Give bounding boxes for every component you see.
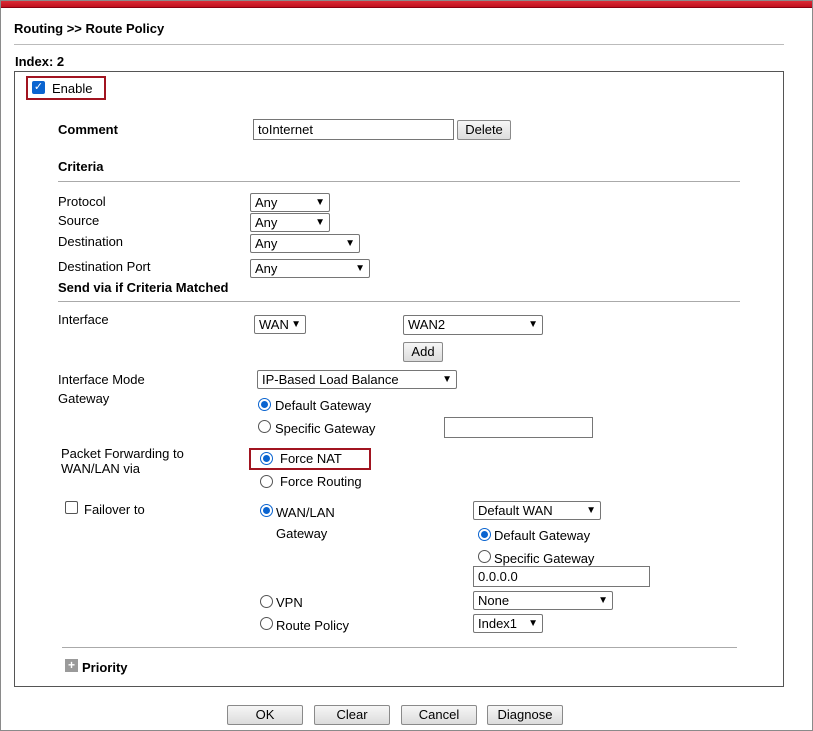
chevron-down-icon: ▼ — [345, 238, 355, 249]
packet-forwarding-label-line1: Packet Forwarding to — [61, 446, 184, 461]
chevron-down-icon: ▼ — [315, 197, 325, 208]
chevron-down-icon: ▼ — [315, 217, 325, 228]
failover-route-policy-label: Route Policy — [276, 618, 349, 633]
enable-checkbox[interactable]: ✓ — [32, 81, 45, 94]
source-select[interactable]: Any ▼ — [250, 213, 330, 232]
failover-specific-gateway-radio[interactable] — [478, 550, 491, 563]
failover-route-policy-value: Index1 — [478, 616, 518, 631]
failover-vpn-select[interactable]: None ▼ — [473, 591, 613, 610]
protocol-value: Any — [255, 195, 278, 210]
interface-mode-value: IP-Based Load Balance — [262, 372, 399, 387]
index-title: Index: 2 — [15, 54, 65, 69]
criteria-heading: Criteria — [58, 159, 104, 174]
interface-label: Interface — [58, 312, 109, 327]
destination-value: Any — [255, 236, 278, 251]
interface-port-select[interactable]: WAN2 ▼ — [403, 315, 543, 335]
chevron-down-icon: ▼ — [291, 319, 301, 330]
comment-label: Comment — [58, 122, 118, 137]
failover-vpn-label: VPN — [276, 595, 303, 610]
priority-label[interactable]: Priority — [82, 660, 128, 675]
comment-input[interactable]: toInternet — [253, 119, 454, 140]
chevron-down-icon: ▼ — [442, 374, 452, 385]
default-gateway-radio[interactable] — [258, 398, 271, 411]
top-bar — [0, 0, 813, 8]
criteria-divider — [58, 181, 740, 182]
breadcrumb: Routing >> Route Policy — [14, 21, 165, 36]
failover-route-policy-select[interactable]: Index1 ▼ — [473, 614, 543, 633]
destination-port-value: Any — [255, 261, 278, 276]
send-via-divider — [58, 301, 740, 302]
failover-wan-lan-label: WAN/LAN — [276, 505, 335, 520]
breadcrumb-divider — [14, 44, 784, 45]
chevron-down-icon: ▼ — [355, 263, 365, 274]
protocol-select[interactable]: Any ▼ — [250, 193, 330, 212]
gateway-label: Gateway — [58, 391, 110, 406]
failover-specific-gateway-label: Specific Gateway — [494, 551, 595, 566]
source-label: Source — [58, 213, 100, 228]
destination-label: Destination — [58, 234, 124, 249]
default-gateway-label: Default Gateway — [275, 398, 372, 413]
destination-select[interactable]: Any ▼ — [250, 234, 360, 253]
interface-mode-select[interactable]: IP-Based Load Balance ▼ — [257, 370, 457, 389]
interface-type-select[interactable]: WAN ▼ — [254, 315, 306, 334]
enable-label: Enable — [52, 81, 93, 96]
failover-route-policy-radio[interactable] — [260, 617, 273, 630]
chevron-down-icon: ▼ — [598, 595, 608, 606]
failover-wan-value: Default WAN — [478, 503, 553, 518]
interface-port-value: WAN2 — [408, 317, 446, 332]
cancel-button[interactable]: Cancel — [401, 705, 477, 725]
failover-label: Failover to — [84, 502, 145, 517]
force-routing-radio[interactable] — [260, 475, 273, 488]
failover-gateway-ip-input[interactable]: 0.0.0.0 — [473, 566, 650, 587]
packet-forwarding-label-line2: WAN/LAN via — [61, 461, 140, 476]
clear-button[interactable]: Clear — [314, 705, 390, 725]
force-nat-label: Force NAT — [280, 451, 342, 466]
chevron-down-icon: ▼ — [586, 505, 596, 516]
failover-default-gateway-label: Default Gateway — [494, 528, 591, 543]
add-button[interactable]: Add — [403, 342, 443, 362]
failover-vpn-value: None — [478, 593, 510, 608]
delete-button[interactable]: Delete — [457, 120, 511, 140]
failover-vpn-radio[interactable] — [260, 595, 273, 608]
expand-plus-icon[interactable]: + — [65, 659, 78, 672]
protocol-label: Protocol — [58, 194, 106, 209]
destination-port-label: Destination Port — [58, 259, 151, 274]
force-routing-label: Force Routing — [280, 474, 362, 489]
failover-wan-lan-radio[interactable] — [260, 504, 273, 517]
force-nat-radio[interactable] — [260, 452, 273, 465]
failover-checkbox[interactable] — [65, 501, 78, 514]
ok-button[interactable]: OK — [227, 705, 303, 725]
priority-divider — [62, 647, 737, 648]
failover-gateway-label: Gateway — [276, 526, 328, 541]
specific-gateway-label: Specific Gateway — [275, 421, 376, 436]
destination-port-select[interactable]: Any ▼ — [250, 259, 370, 278]
interface-type-value: WAN — [259, 317, 289, 332]
chevron-down-icon: ▼ — [528, 618, 538, 629]
send-via-heading: Send via if Criteria Matched — [58, 280, 229, 295]
source-value: Any — [255, 215, 278, 230]
specific-gateway-radio[interactable] — [258, 420, 271, 433]
specific-gateway-input[interactable] — [444, 417, 593, 438]
interface-mode-label: Interface Mode — [58, 372, 145, 387]
chevron-down-icon: ▼ — [528, 319, 538, 330]
failover-wan-select[interactable]: Default WAN ▼ — [473, 501, 601, 520]
failover-default-gateway-radio[interactable] — [478, 528, 491, 541]
diagnose-button[interactable]: Diagnose — [487, 705, 563, 725]
